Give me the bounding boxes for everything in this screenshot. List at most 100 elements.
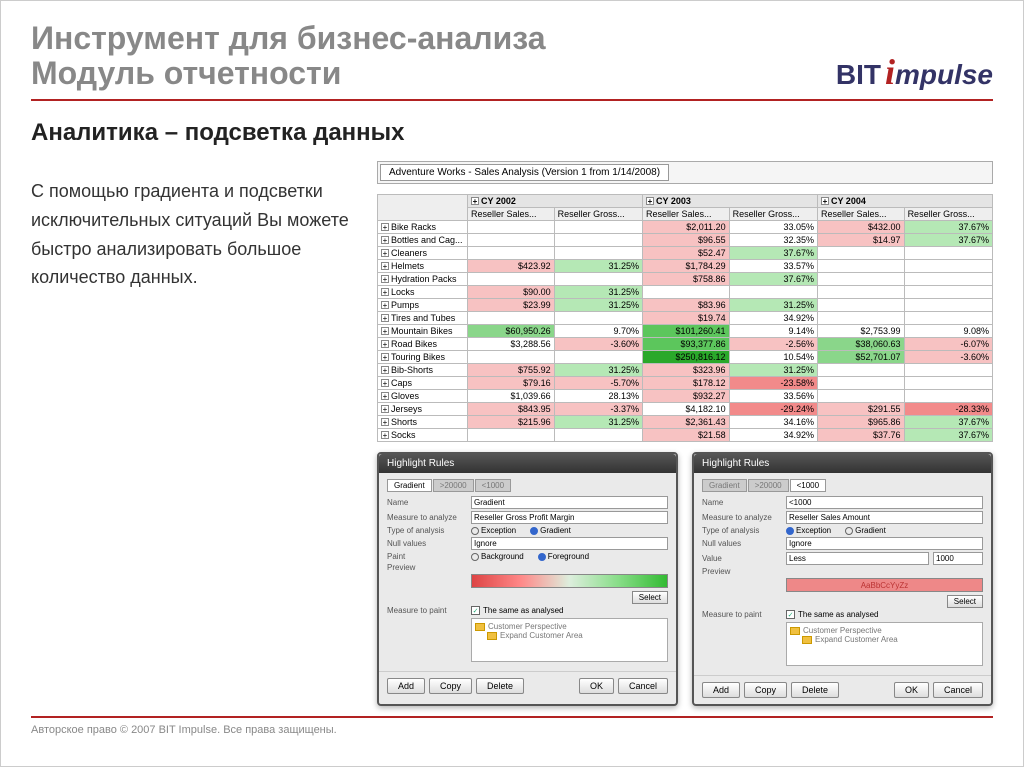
expand-icon[interactable]: + bbox=[381, 223, 389, 231]
data-cell[interactable]: $21.58 bbox=[642, 429, 729, 442]
row-label[interactable]: +Cleaners bbox=[378, 247, 468, 260]
add-button[interactable]: Add bbox=[387, 678, 425, 694]
data-cell[interactable]: 31.25% bbox=[729, 299, 817, 312]
column-header[interactable]: Reseller Gross... bbox=[904, 208, 992, 221]
data-cell[interactable] bbox=[904, 260, 992, 273]
data-cell[interactable]: $291.55 bbox=[817, 403, 904, 416]
data-cell[interactable] bbox=[642, 286, 729, 299]
table-row[interactable]: +Locks$90.0031.25% bbox=[378, 286, 993, 299]
data-cell[interactable] bbox=[468, 312, 555, 325]
data-cell[interactable]: -23.58% bbox=[729, 377, 817, 390]
data-cell[interactable]: 31.25% bbox=[554, 299, 642, 312]
radio-exception[interactable]: Exception bbox=[786, 526, 831, 535]
expand-icon[interactable]: + bbox=[381, 314, 389, 322]
ok-button[interactable]: OK bbox=[579, 678, 614, 694]
delete-button[interactable]: Delete bbox=[476, 678, 524, 694]
row-label[interactable]: +Caps bbox=[378, 377, 468, 390]
row-label[interactable]: +Road Bikes bbox=[378, 338, 468, 351]
copy-button[interactable]: Copy bbox=[744, 682, 787, 698]
data-cell[interactable]: $90.00 bbox=[468, 286, 555, 299]
data-cell[interactable]: 34.92% bbox=[729, 429, 817, 442]
data-cell[interactable] bbox=[817, 312, 904, 325]
data-cell[interactable] bbox=[554, 429, 642, 442]
data-cell[interactable]: $965.86 bbox=[817, 416, 904, 429]
radio-background[interactable]: Background bbox=[471, 552, 524, 561]
data-cell[interactable]: $79.16 bbox=[468, 377, 555, 390]
delete-button[interactable]: Delete bbox=[791, 682, 839, 698]
measure-analyze-select[interactable] bbox=[471, 511, 668, 524]
data-cell[interactable] bbox=[817, 260, 904, 273]
data-cell[interactable]: 37.67% bbox=[729, 247, 817, 260]
year-header-2003[interactable]: +CY 2003 bbox=[642, 195, 817, 208]
data-cell[interactable]: $2,011.20 bbox=[642, 221, 729, 234]
row-label[interactable]: +Gloves bbox=[378, 390, 468, 403]
data-cell[interactable]: -29.24% bbox=[729, 403, 817, 416]
cancel-button[interactable]: Cancel bbox=[618, 678, 668, 694]
data-cell[interactable] bbox=[904, 299, 992, 312]
data-cell[interactable]: $96.55 bbox=[642, 234, 729, 247]
ok-button[interactable]: OK bbox=[894, 682, 929, 698]
name-input[interactable] bbox=[786, 496, 983, 509]
data-cell[interactable] bbox=[904, 312, 992, 325]
add-button[interactable]: Add bbox=[702, 682, 740, 698]
data-cell[interactable]: -6.07% bbox=[904, 338, 992, 351]
data-cell[interactable]: 10.54% bbox=[729, 351, 817, 364]
data-cell[interactable] bbox=[468, 273, 555, 286]
expand-icon[interactable]: + bbox=[471, 197, 479, 205]
expand-icon[interactable]: + bbox=[381, 392, 389, 400]
data-cell[interactable]: $4,182.10 bbox=[642, 403, 729, 416]
select-button[interactable]: Select bbox=[632, 591, 668, 604]
data-cell[interactable]: $52.47 bbox=[642, 247, 729, 260]
data-cell[interactable]: $758.86 bbox=[642, 273, 729, 286]
data-cell[interactable] bbox=[468, 234, 555, 247]
expand-icon[interactable]: + bbox=[381, 405, 389, 413]
column-header[interactable]: Reseller Sales... bbox=[642, 208, 729, 221]
data-cell[interactable]: $432.00 bbox=[817, 221, 904, 234]
data-cell[interactable]: 37.67% bbox=[904, 221, 992, 234]
expand-icon[interactable]: + bbox=[646, 197, 654, 205]
data-cell[interactable] bbox=[904, 377, 992, 390]
expand-icon[interactable]: + bbox=[381, 418, 389, 426]
table-row[interactable]: +Mountain Bikes$60,950.269.70%$101,260.4… bbox=[378, 325, 993, 338]
data-cell[interactable]: $52,701.07 bbox=[817, 351, 904, 364]
data-cell[interactable]: -3.60% bbox=[554, 338, 642, 351]
table-row[interactable]: +Cleaners $52.4737.67% bbox=[378, 247, 993, 260]
expand-icon[interactable]: + bbox=[381, 236, 389, 244]
data-cell[interactable]: 37.67% bbox=[904, 234, 992, 247]
data-cell[interactable]: $178.12 bbox=[642, 377, 729, 390]
data-cell[interactable]: 32.35% bbox=[729, 234, 817, 247]
expand-icon[interactable]: + bbox=[821, 197, 829, 205]
data-cell[interactable]: 31.25% bbox=[554, 364, 642, 377]
tab-gradient[interactable]: Gradient bbox=[387, 479, 432, 492]
radio-foreground[interactable]: Foreground bbox=[538, 552, 589, 561]
data-cell[interactable]: 9.70% bbox=[554, 325, 642, 338]
table-row[interactable]: +Bike Racks$2,011.2033.05%$432.0037.67% bbox=[378, 221, 993, 234]
measure-tree[interactable]: Customer Perspective Expand Customer Are… bbox=[786, 622, 983, 666]
data-cell[interactable] bbox=[554, 247, 642, 260]
data-cell[interactable]: 31.25% bbox=[554, 416, 642, 429]
data-cell[interactable] bbox=[817, 364, 904, 377]
data-cell[interactable]: 31.25% bbox=[554, 260, 642, 273]
data-cell[interactable]: 9.14% bbox=[729, 325, 817, 338]
data-cell[interactable] bbox=[468, 351, 555, 364]
expand-icon[interactable]: + bbox=[381, 275, 389, 283]
expand-icon[interactable]: + bbox=[381, 249, 389, 257]
table-row[interactable]: +Caps$79.16-5.70%$178.12-23.58% bbox=[378, 377, 993, 390]
measure-analyze-select[interactable] bbox=[786, 511, 983, 524]
data-cell[interactable] bbox=[554, 221, 642, 234]
data-cell[interactable]: 33.56% bbox=[729, 390, 817, 403]
data-grid[interactable]: +CY 2002 +CY 2003 +CY 2004 Reseller Sale… bbox=[377, 194, 993, 442]
data-cell[interactable]: 33.57% bbox=[729, 260, 817, 273]
row-label[interactable]: +Bottles and Cag... bbox=[378, 234, 468, 247]
table-row[interactable]: +Helmets$423.9231.25%$1,784.2933.57% bbox=[378, 260, 993, 273]
column-header[interactable]: Reseller Gross... bbox=[554, 208, 642, 221]
column-header[interactable]: Reseller Sales... bbox=[817, 208, 904, 221]
radio-gradient[interactable]: Gradient bbox=[530, 526, 571, 535]
row-label[interactable]: +Tires and Tubes bbox=[378, 312, 468, 325]
table-row[interactable]: +Touring Bikes$250,816.1210.54%$52,701.0… bbox=[378, 351, 993, 364]
data-cell[interactable]: 28.13% bbox=[554, 390, 642, 403]
value-num-input[interactable] bbox=[933, 552, 983, 565]
row-label[interactable]: +Helmets bbox=[378, 260, 468, 273]
data-cell[interactable]: 37.67% bbox=[729, 273, 817, 286]
row-label[interactable]: +Touring Bikes bbox=[378, 351, 468, 364]
